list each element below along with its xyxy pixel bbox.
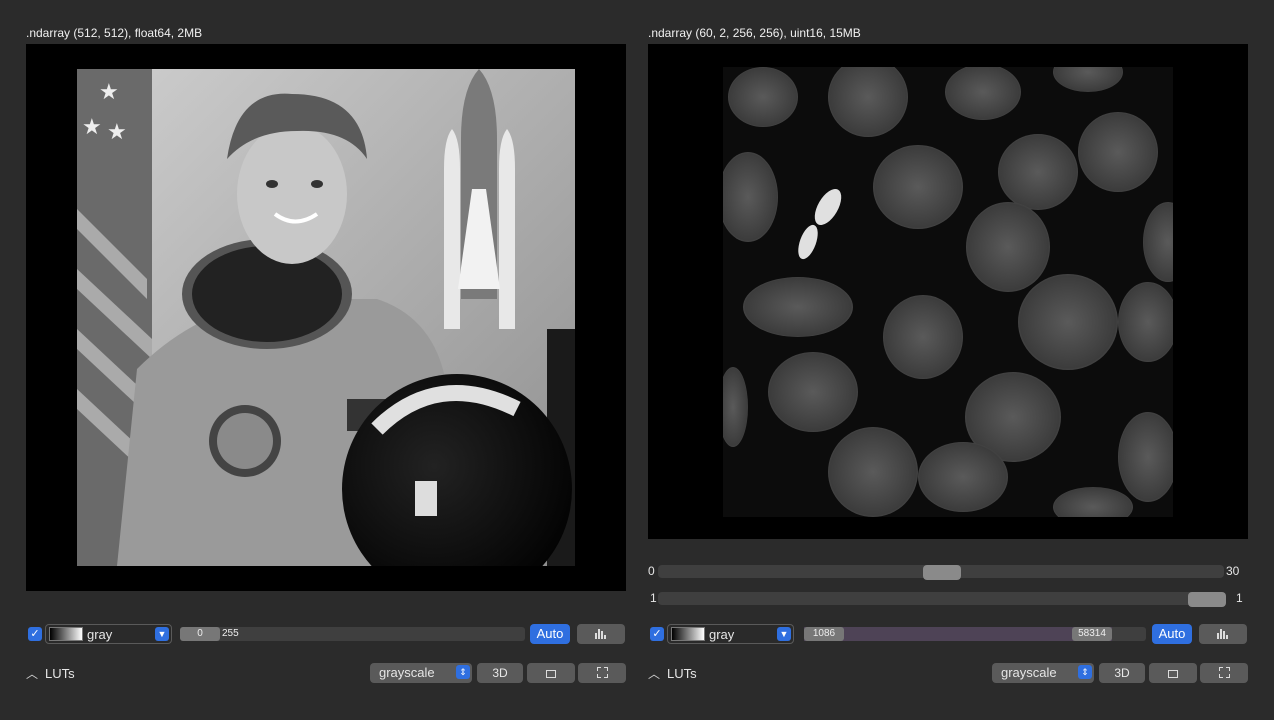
3d-toggle-button[interactable]: 3D: [477, 663, 523, 683]
chevron-down-icon: ▼: [155, 627, 169, 641]
dim-slider-handle[interactable]: [923, 565, 961, 580]
chevron-up-icon[interactable]: ︿: [648, 665, 660, 682]
lut-name: gray: [709, 627, 735, 642]
chevron-down-icon: ▼: [777, 627, 791, 641]
colormap-value: grayscale: [379, 665, 435, 680]
lut-name: gray: [87, 627, 113, 642]
range-max-label: 255: [222, 628, 239, 639]
range-min-handle[interactable]: 0: [180, 627, 220, 641]
histogram-icon: [595, 629, 607, 639]
fullscreen-button[interactable]: [578, 663, 626, 683]
bottom-toolbar: ︿ LUTs grayscale ⇕ 3D: [648, 663, 1248, 683]
dim-label-right: 1: [1236, 591, 1243, 605]
dim-label-left: 0: [648, 564, 655, 578]
lut-dropdown[interactable]: gray ▼: [667, 624, 794, 644]
svg-text:★: ★: [82, 115, 102, 140]
chevron-up-icon[interactable]: ︿: [26, 665, 38, 682]
luts-toggle-label[interactable]: LUTs: [45, 666, 75, 681]
image-canvas[interactable]: ★ ★ ★: [26, 44, 626, 591]
roi-button[interactable]: [1149, 663, 1197, 683]
auto-contrast-button[interactable]: Auto: [530, 624, 570, 644]
lut-swatch: [671, 627, 705, 641]
histogram-icon: [1217, 629, 1229, 639]
chevron-updown-icon: ⇕: [1078, 665, 1092, 679]
auto-contrast-button[interactable]: Auto: [1152, 624, 1192, 644]
contrast-range-slider[interactable]: 1086 58314: [804, 627, 1146, 641]
contrast-range-slider[interactable]: 0 255: [180, 627, 525, 641]
channel-visible-checkbox[interactable]: ✓: [650, 627, 664, 641]
colormap-dropdown[interactable]: grayscale ⇕: [992, 663, 1094, 683]
checkmark-icon: ✓: [30, 628, 40, 640]
roi-icon: [546, 670, 556, 678]
svg-text:★: ★: [107, 120, 127, 145]
luts-toggle-label[interactable]: LUTs: [667, 666, 697, 681]
chevron-updown-icon: ⇕: [456, 665, 470, 679]
checkmark-icon: ✓: [652, 628, 662, 640]
colormap-value: grayscale: [1001, 665, 1057, 680]
astronaut-image: ★★ ★: [77, 69, 575, 566]
3d-toggle-button[interactable]: 3D: [1099, 663, 1145, 683]
histogram-button[interactable]: [577, 624, 625, 644]
roi-icon: [1168, 670, 1178, 678]
dim-slider-row-1: 1 1: [648, 591, 1248, 607]
bottom-toolbar: ︿ LUTs grayscale ⇕ 3D: [26, 663, 626, 683]
fullscreen-icon: [596, 667, 608, 678]
range-max-handle[interactable]: 58314: [1072, 627, 1112, 641]
image-canvas[interactable]: [648, 44, 1248, 539]
range-fill: [804, 627, 1112, 641]
channel-row: ✓ gray ▼ 0 255 Auto: [26, 624, 626, 644]
array-info-label: .ndarray (512, 512), float64, 2MB: [26, 26, 203, 40]
dim-slider-row-0: 0 30: [648, 564, 1248, 580]
dim-slider-handle[interactable]: [1188, 592, 1226, 607]
range-min-handle[interactable]: 1086: [804, 627, 844, 641]
roi-button[interactable]: [527, 663, 575, 683]
dim-slider-1[interactable]: [658, 592, 1226, 607]
array-info-label: .ndarray (60, 2, 256, 256), uint16, 15MB: [648, 26, 861, 40]
lut-swatch: [49, 627, 83, 641]
fullscreen-icon: [1218, 667, 1230, 678]
histogram-button[interactable]: [1199, 624, 1247, 644]
colormap-dropdown[interactable]: grayscale ⇕: [370, 663, 472, 683]
cells-image: [723, 67, 1173, 517]
lut-dropdown[interactable]: gray ▼: [45, 624, 172, 644]
dim-slider-0[interactable]: [658, 565, 1224, 580]
dim-label-right: 30: [1226, 564, 1240, 578]
svg-text:★: ★: [99, 80, 119, 105]
fullscreen-button[interactable]: [1200, 663, 1248, 683]
channel-visible-checkbox[interactable]: ✓: [28, 627, 42, 641]
channel-row: ✓ gray ▼ 1086 58314 Auto: [648, 624, 1248, 644]
dim-label-left: 1: [650, 591, 657, 605]
